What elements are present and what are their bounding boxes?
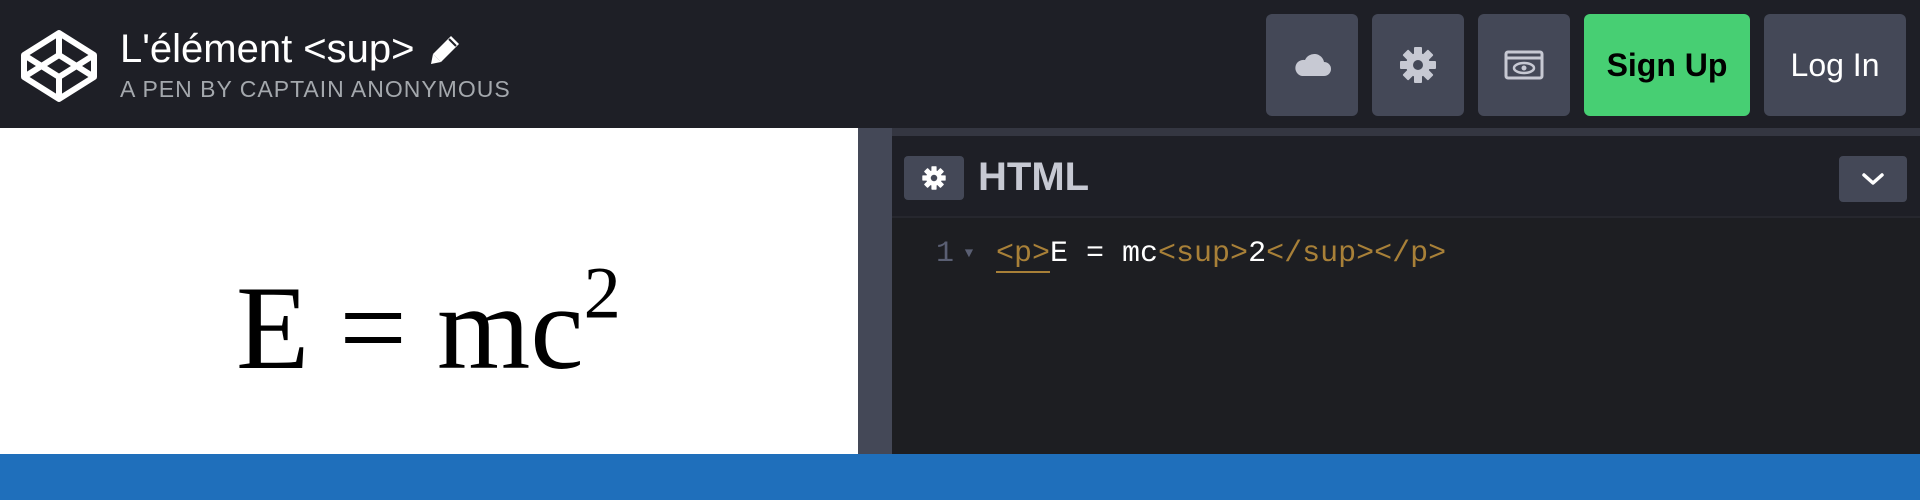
- cloud-icon: [1295, 53, 1331, 76]
- header: L'élément <sup> A Pen by Captain Anonymo…: [0, 0, 1920, 128]
- chevron-down-icon: [1862, 173, 1884, 185]
- editor-settings-button[interactable]: [904, 156, 964, 200]
- gear-icon: [1400, 47, 1436, 83]
- footer-bar: [0, 454, 1920, 500]
- code-content[interactable]: <p>E = mc<sup>2</sup></p>: [996, 237, 1447, 273]
- line-number: 1: [935, 237, 954, 271]
- editor-collapse-button[interactable]: [1839, 156, 1907, 202]
- pen-title[interactable]: L'élément <sup>: [120, 24, 415, 74]
- change-view-button[interactable]: [1478, 14, 1570, 116]
- code-sup-text: 2: [1248, 237, 1267, 271]
- preview-formula: E = mc2: [236, 256, 621, 388]
- pencil-icon[interactable]: [429, 32, 463, 66]
- code-tag-open-p: <p>: [996, 237, 1051, 273]
- codepen-logo-icon[interactable]: [20, 27, 98, 105]
- pen-title-row: L'élément <sup>: [120, 24, 463, 74]
- pen-author: A Pen by Captain Anonymous: [120, 76, 511, 102]
- preview-pane: E = mc2: [0, 128, 858, 454]
- eye-icon: [1504, 50, 1544, 80]
- formula-base: E = mc: [236, 261, 584, 394]
- log-in-button[interactable]: Log In: [1764, 14, 1906, 116]
- code-tag-close-p: </p>: [1374, 237, 1447, 271]
- gear-icon: [922, 166, 946, 190]
- sign-up-button[interactable]: Sign Up: [1584, 14, 1750, 116]
- editor-header: HTML: [892, 136, 1920, 218]
- code-tag-open-sup: <sup>: [1158, 237, 1249, 271]
- settings-button[interactable]: [1372, 14, 1464, 116]
- pane-resizer[interactable]: [858, 128, 892, 454]
- fold-arrow-icon[interactable]: ▼: [954, 246, 984, 262]
- html-editor: HTML 1 ▼ <p>E = mc<sup>2</sup></p>: [892, 128, 1920, 454]
- editor-title: HTML: [978, 155, 1090, 199]
- formula-superscript: 2: [583, 252, 621, 335]
- code-tag-close-sup: </sup>: [1266, 237, 1375, 271]
- cloud-save-button[interactable]: [1266, 14, 1358, 116]
- code-text: E = mc: [1050, 237, 1159, 271]
- code-line[interactable]: 1 ▼ <p>E = mc<sup>2</sup></p>: [892, 234, 1920, 274]
